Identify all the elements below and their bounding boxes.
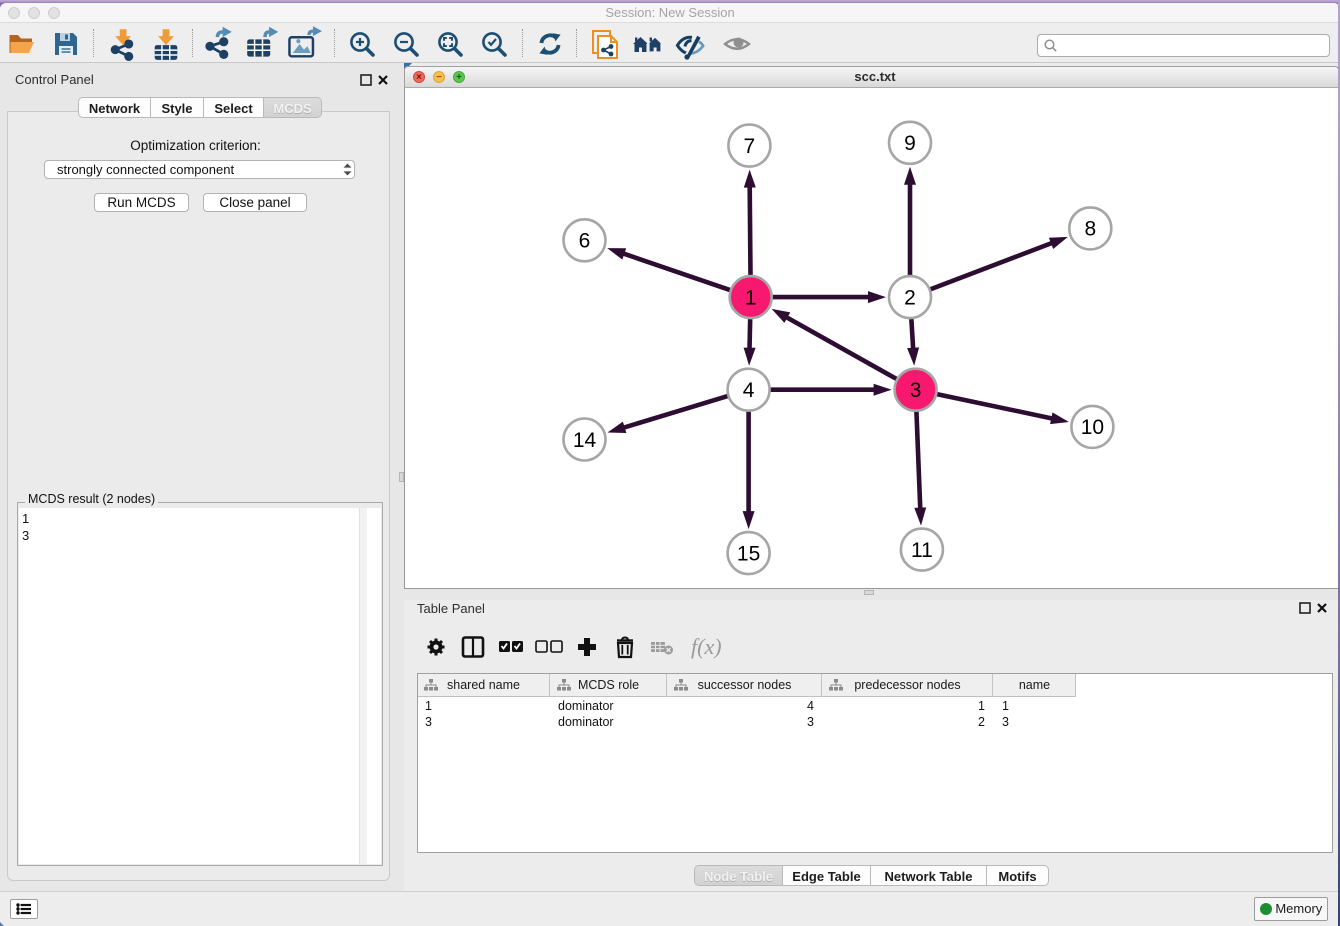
svg-text:9: 9 — [904, 132, 916, 155]
svg-text:6: 6 — [579, 230, 591, 253]
svg-text:4: 4 — [743, 379, 755, 402]
svg-text:10: 10 — [1081, 416, 1104, 439]
svg-text:2: 2 — [904, 286, 916, 309]
svg-text:8: 8 — [1084, 218, 1096, 241]
svg-text:7: 7 — [744, 135, 756, 158]
svg-text:3: 3 — [910, 379, 922, 402]
svg-text:11: 11 — [911, 539, 933, 562]
svg-text:14: 14 — [573, 429, 597, 452]
svg-text:15: 15 — [737, 542, 760, 565]
svg-text:1: 1 — [745, 286, 757, 309]
svg-text:f(x): f(x) — [691, 634, 722, 659]
